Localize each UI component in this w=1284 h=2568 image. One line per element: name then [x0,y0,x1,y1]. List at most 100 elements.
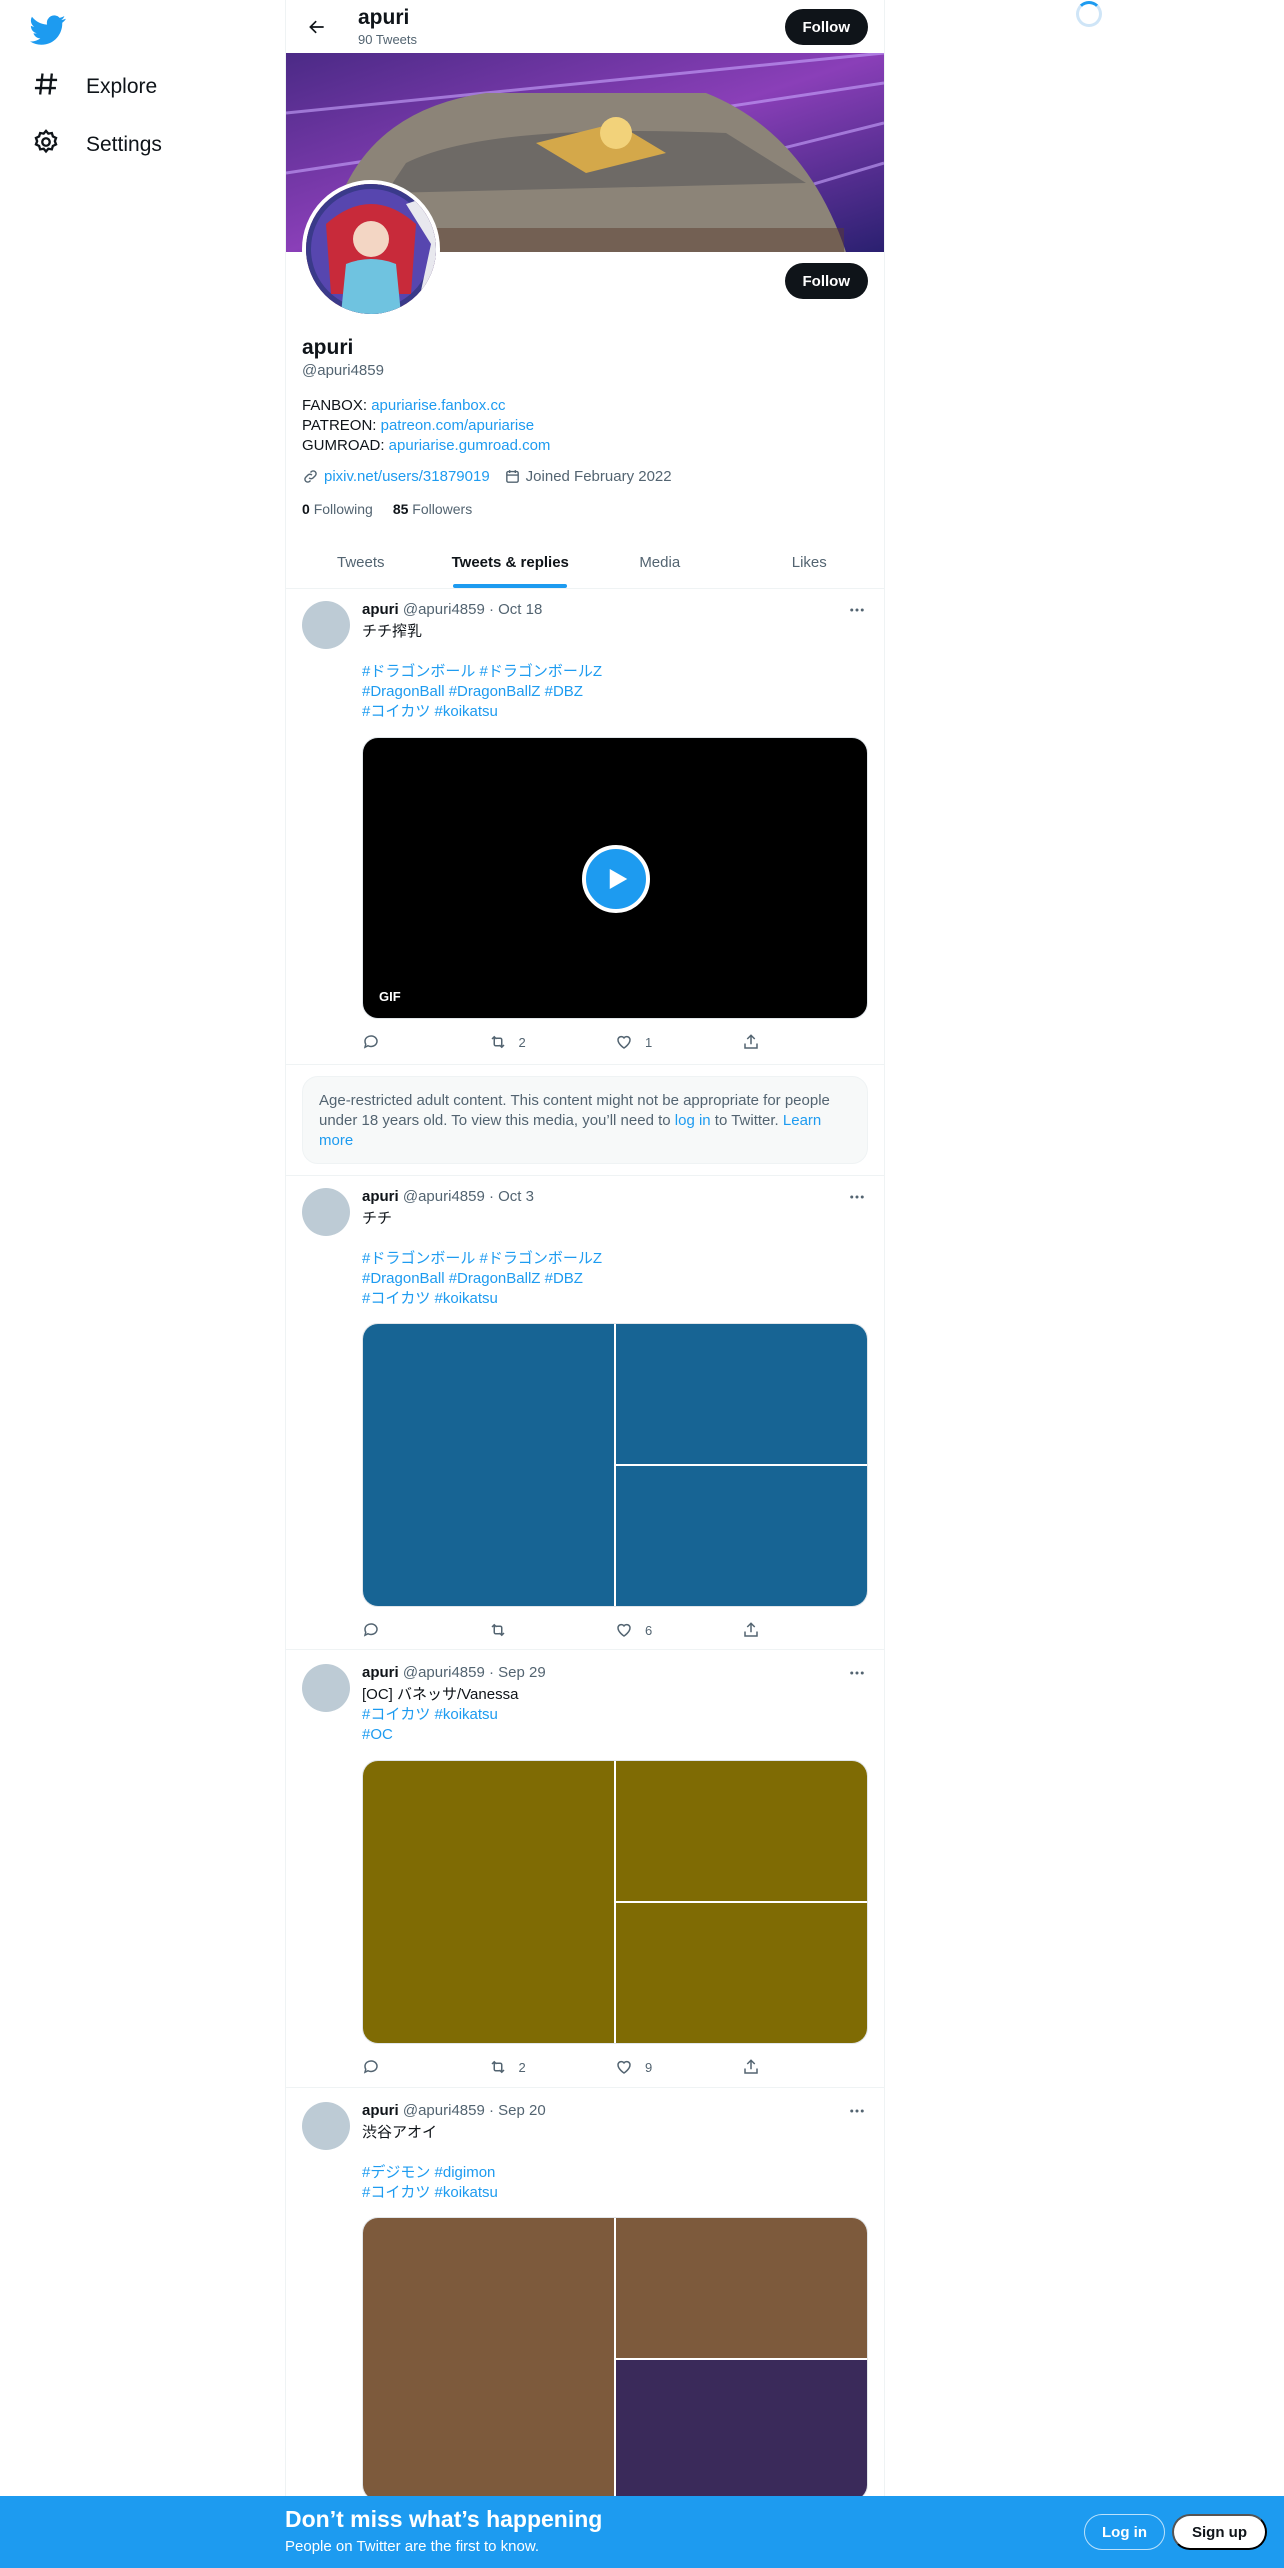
media-image[interactable] [363,1761,614,2043]
hashtag-line[interactable]: #ドラゴンボール #ドラゴンボールZ [362,1250,602,1267]
avatar[interactable] [302,1664,350,1712]
media-image[interactable] [616,1903,867,2043]
tweet-text: チチ搾乳 #ドラゴンボール #ドラゴンボールZ #DragonBall #Dra… [362,622,868,722]
hashtag-line[interactable]: #ドラゴンボール #ドラゴンボールZ [362,663,602,680]
like-button[interactable]: 9 [615,2057,742,2077]
avatar[interactable] [302,601,350,649]
gif-media[interactable]: GIF [362,737,868,1019]
media-image[interactable] [363,1324,614,1606]
media-image[interactable] [363,2218,614,2500]
loading-spinner-icon [1076,1,1102,27]
followers-stat[interactable]: 85 Followers [393,501,472,517]
share-button[interactable] [742,2057,869,2077]
avatar[interactable] [302,1188,350,1236]
like-button[interactable]: 6 [615,1620,742,1640]
image-grid [362,2217,868,2501]
fanbox-link[interactable]: apuriarise.fanbox.cc [371,397,505,414]
gumroad-link[interactable]: apuriarise.gumroad.com [389,437,551,454]
share-button[interactable] [742,1620,869,1640]
reply-icon [363,1035,378,1049]
tweet-header: apuri @apuri4859 · Sep 20 [362,2102,546,2119]
website-link[interactable]: pixiv.net/users/31879019 [324,468,490,485]
hashtag-line[interactable]: #コイカツ #koikatsu [362,1290,498,1307]
profile-tabs: Tweets Tweets & replies Media Likes [286,536,884,589]
hashtag-line[interactable]: #コイカツ #koikatsu [362,1706,498,1723]
bio-line-fanbox: FANBOX: apuriarise.fanbox.cc [302,396,550,416]
back-button[interactable] [300,10,334,44]
like-count: 6 [645,1622,653,1638]
nav-settings[interactable]: Settings [32,120,162,170]
profile-avatar[interactable] [302,180,440,318]
hashtag-line[interactable]: #DragonBall #DragonBallZ #DBZ [362,1270,583,1287]
share-icon [743,1622,758,1637]
media-image[interactable] [616,2360,867,2500]
profile-stats: 0 Following 85 Followers [302,501,472,517]
profile-meta: pixiv.net/users/31879019 Joined February… [302,468,672,485]
retweet-count: 2 [518,1034,526,1050]
retweet-button[interactable]: 2 [489,1032,616,1052]
hashtag-line[interactable]: #コイカツ #koikatsu [362,703,498,720]
tweet-text: チチ #ドラゴンボール #ドラゴンボールZ #DragonBall #Drago… [362,1209,868,1309]
avatar[interactable] [302,2102,350,2150]
media-image[interactable] [616,1324,867,1464]
more-options-button[interactable] [846,599,868,621]
following-label: Following [313,501,373,517]
tweet-author-name[interactable]: apuri [362,1188,399,1205]
media-image[interactable] [616,1761,867,1901]
header-tweet-count: 90 Tweets [358,32,418,47]
tweet-author-name[interactable]: apuri [362,601,399,618]
following-count: 0 [302,501,310,517]
tab-media[interactable]: Media [585,536,735,588]
tweet[interactable]: apuri @apuri4859 · Oct 18 チチ搾乳 #ドラゴンボール … [286,589,884,1065]
tab-tweets[interactable]: Tweets [286,536,436,588]
followers-count: 85 [392,501,409,517]
bio-line-patreon: PATREON: patreon.com/apuriarise [302,416,550,436]
tab-tweets-replies[interactable]: Tweets & replies [436,536,586,588]
tweet-meta[interactable]: @apuri4859 · Oct 18 [403,601,542,618]
patreon-link[interactable]: patreon.com/apuriarise [381,417,534,434]
tweet-text: 渋谷アオイ #デジモン #digimon #コイカツ #koikatsu [362,2123,868,2203]
nav-explore[interactable]: Explore [32,62,157,112]
like-count: 1 [645,1034,653,1050]
image-grid [362,1323,868,1607]
profile-follow-button[interactable]: Follow [784,263,868,299]
reply-button[interactable] [362,2057,489,2077]
media-image[interactable] [616,2218,867,2358]
tab-likes[interactable]: Likes [735,536,885,588]
hashtag-line[interactable]: #コイカツ #koikatsu [362,2184,498,2201]
more-options-button[interactable] [846,2100,868,2122]
more-options-button[interactable] [846,1662,868,1684]
tweet-author-name[interactable]: apuri [362,1664,399,1681]
more-options-button[interactable] [846,1186,868,1208]
retweet-button[interactable]: 2 [489,2057,616,2077]
twitter-logo-icon[interactable] [30,12,66,48]
like-button[interactable]: 1 [615,1032,742,1052]
profile-column: apuri 90 Tweets Follow Follow apuri @apu… [285,0,885,2568]
image-grid [362,1760,868,2044]
link-icon [304,470,317,483]
retweet-button[interactable] [489,1620,616,1640]
tweet[interactable]: apuri @apuri4859 · Oct 3 チチ #ドラゴンボール #ドラ… [286,1176,884,1650]
hashtag-line[interactable]: #デジモン #digimon [362,2164,495,2181]
signup-button[interactable]: Sign up [1172,2514,1267,2550]
play-button[interactable] [582,845,650,913]
login-link[interactable]: log in [675,1112,711,1129]
hashtag-line[interactable]: #OC [362,1726,393,1743]
hashtag-line[interactable]: #DragonBall #DragonBallZ #DBZ [362,683,583,700]
reply-button[interactable] [362,1620,489,1640]
tweet-author-name[interactable]: apuri [362,2102,399,2119]
reply-button[interactable] [362,1032,489,1052]
following-stat[interactable]: 0 Following [302,501,373,517]
tweet-actions: 6 [362,1620,868,1640]
tweet-meta[interactable]: @apuri4859 · Oct 3 [403,1188,534,1205]
share-button[interactable] [742,1032,869,1052]
tweet-meta[interactable]: @apuri4859 · Sep 20 [403,2102,546,2119]
tweet-header: apuri @apuri4859 · Sep 29 [362,1664,546,1681]
media-image[interactable] [616,1466,867,1606]
header-follow-button[interactable]: Follow [784,9,868,45]
followers-label: Followers [412,501,473,517]
bio-line-gumroad: GUMROAD: apuriarise.gumroad.com [302,436,550,456]
tweet[interactable]: apuri @apuri4859 · Sep 29 [OC] バネッサ/Vane… [286,1652,884,2088]
tweet-meta[interactable]: @apuri4859 · Sep 29 [403,1664,546,1681]
login-button[interactable]: Log in [1084,2514,1165,2550]
